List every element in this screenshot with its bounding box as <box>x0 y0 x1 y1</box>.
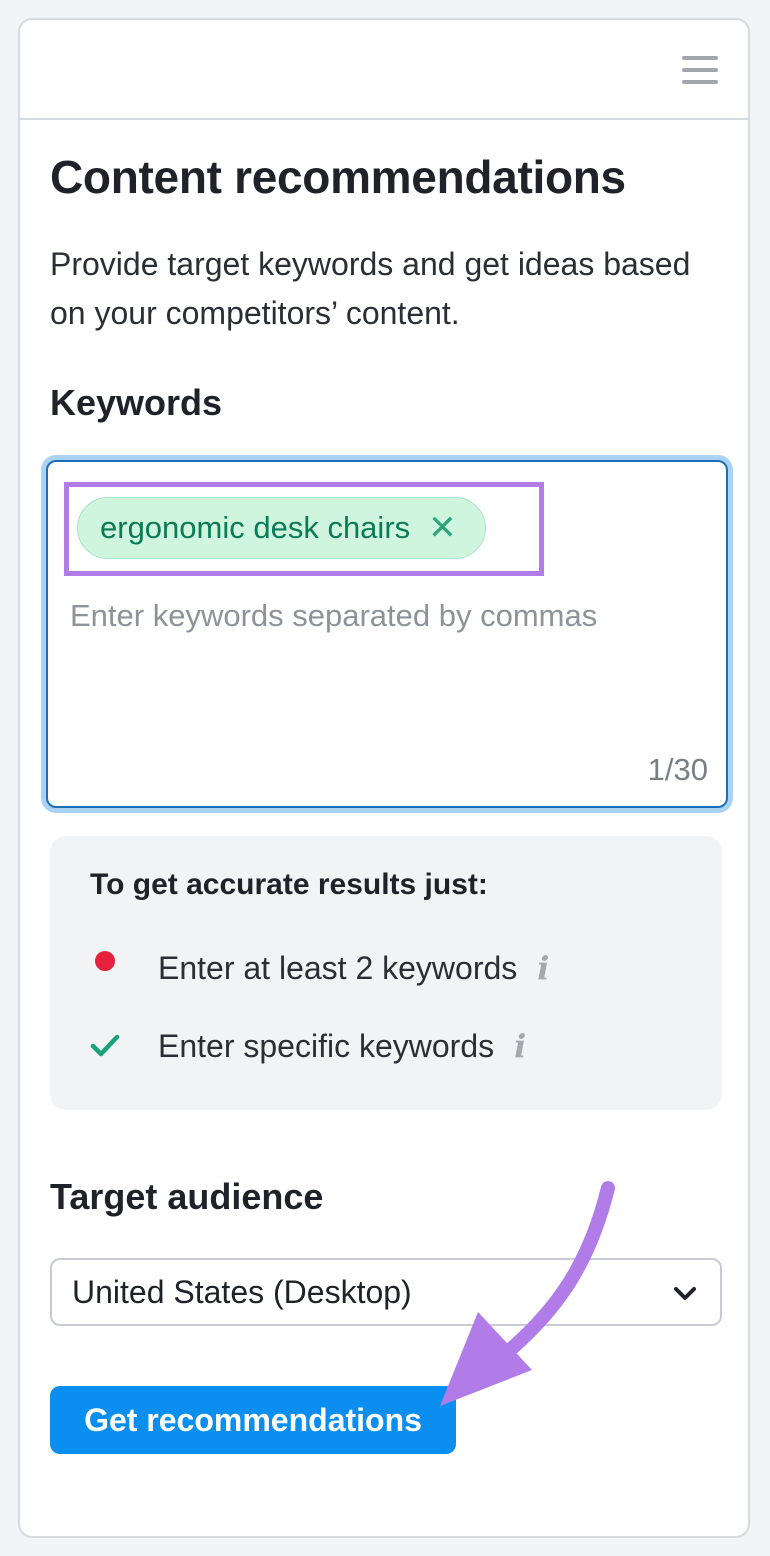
chip-highlight-box: ergonomic desk chairs ✕ <box>64 482 544 576</box>
keyword-chip: ergonomic desk chairs ✕ <box>77 497 486 559</box>
tips-title: To get accurate results just: <box>90 868 488 901</box>
page-title: Content recommendations <box>50 151 626 203</box>
tip-item: Enter at least 2 keywords i <box>90 946 549 990</box>
red-dot-icon <box>90 951 120 971</box>
target-audience-select[interactable]: United States (Desktop) <box>50 1258 722 1326</box>
page-description: Provide target keywords and get ideas ba… <box>50 246 691 331</box>
tips-box: To get accurate results just: Enter at l… <box>50 836 722 1110</box>
close-icon[interactable]: ✕ <box>428 511 457 545</box>
info-icon[interactable]: i <box>537 949 549 987</box>
tip-text: Enter specific keywords <box>158 1027 495 1064</box>
keywords-input[interactable] <box>70 598 700 634</box>
content-recommendations-panel: Content recommendations Provide target k… <box>18 18 750 1538</box>
keywords-textarea[interactable]: ergonomic desk chairs ✕ 1/30 <box>46 460 728 808</box>
checkmark-icon <box>90 1034 120 1058</box>
panel-header <box>20 20 748 120</box>
tip-text: Enter at least 2 keywords <box>158 949 518 986</box>
target-audience-value: United States (Desktop) <box>72 1274 412 1310</box>
keyword-counter: 1/30 <box>647 752 708 787</box>
hamburger-menu-icon[interactable] <box>682 56 718 84</box>
info-icon[interactable]: i <box>514 1027 526 1065</box>
get-recommendations-button[interactable]: Get recommendations <box>50 1386 456 1454</box>
tip-item: Enter specific keywords i <box>90 1024 526 1068</box>
target-audience-label: Target audience <box>50 1176 324 1217</box>
chevron-down-icon <box>674 1287 696 1300</box>
keywords-label: Keywords <box>50 382 223 423</box>
keyword-chip-label: ergonomic desk chairs <box>100 510 411 545</box>
